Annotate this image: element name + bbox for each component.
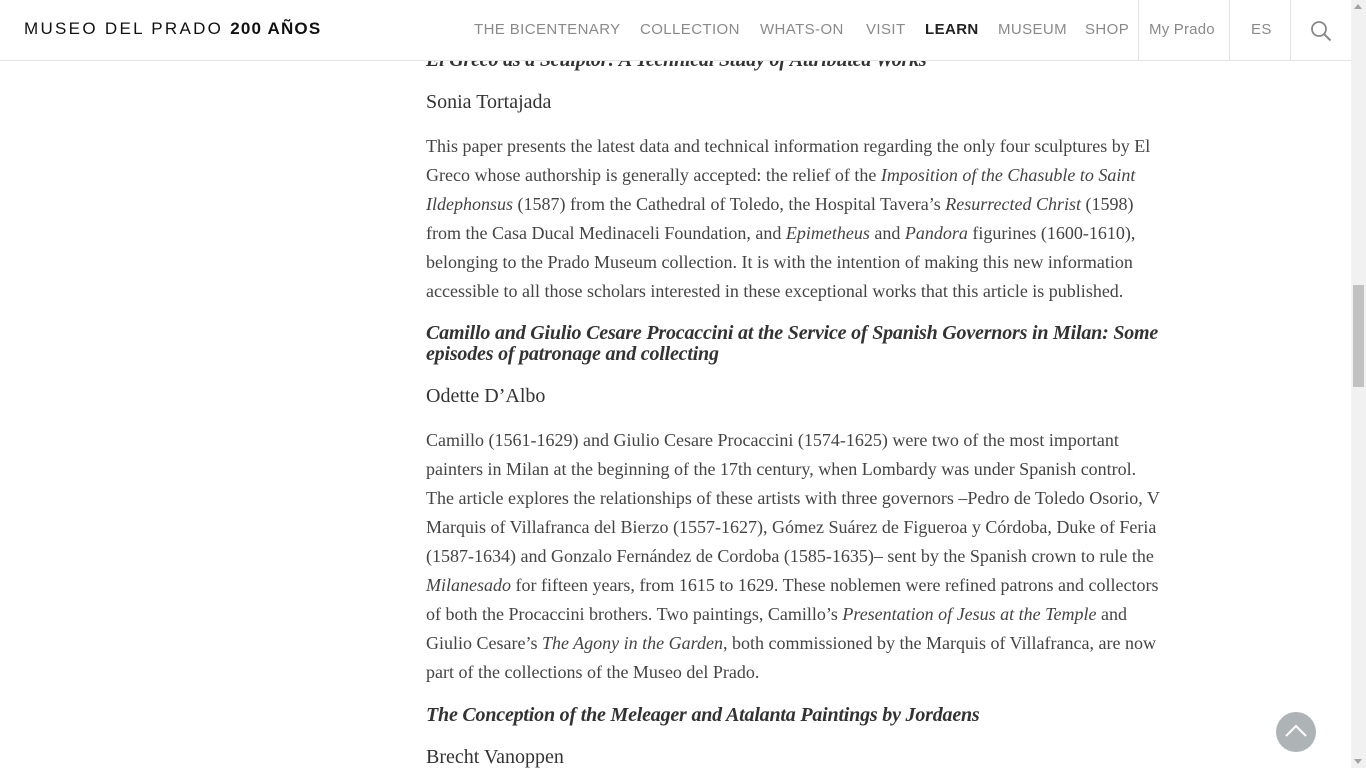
site-header: MUSEO DEL PRADO 200 AÑOS THE BICENTENARY… [0, 0, 1351, 61]
italic-work-title: Presentation of Jesus at the Temple [842, 604, 1097, 624]
language-switch[interactable]: ES [1251, 0, 1272, 60]
article-abstract: Camillo (1561-1629) and Giulio Cesare Pr… [426, 430, 1160, 682]
nav-divider [1138, 0, 1139, 60]
nav-divider [1290, 0, 1291, 60]
article-title[interactable]: The Conception of the Meleager and Atala… [426, 705, 980, 726]
nav-item-visit[interactable]: VISIT [866, 0, 906, 60]
italic-work-title: The Agony in the Garden [541, 633, 723, 653]
site-logo[interactable]: MUSEO DEL PRADO 200 AÑOS [24, 19, 321, 39]
italic-work-title: Resurrected Christ [945, 194, 1082, 214]
chevron-up-icon [1285, 724, 1307, 737]
back-to-top-button[interactable] [1276, 712, 1316, 752]
italic-work-title: Pandora [904, 223, 968, 243]
logo-text: MUSEO DEL PRADO [24, 19, 224, 38]
article-abstract: This paper presents the latest data and … [426, 136, 1151, 301]
nav-divider [1229, 0, 1230, 60]
nav-item-museum[interactable]: MUSEUM [998, 0, 1067, 60]
page-scrollbar[interactable] [1351, 0, 1366, 768]
nav-item-collection[interactable]: COLLECTION [640, 0, 740, 60]
article-author: Sonia Tortajada [426, 91, 552, 113]
article-author: Brecht Vanoppen [426, 746, 564, 768]
scrollbar-thumb[interactable] [1353, 285, 1364, 387]
nav-item-the-bicentenary[interactable]: THE BICENTENARY [474, 0, 621, 60]
nav-item-shop[interactable]: SHOP [1085, 0, 1129, 60]
article-title[interactable]: Camillo and Giulio Cesare Procaccini at … [426, 323, 1161, 365]
logo-bicentenary: 200 AÑOS [230, 19, 322, 38]
article-author: Odette D’Albo [426, 385, 546, 407]
scroll-down-arrow-icon[interactable] [1354, 759, 1362, 764]
my-prado-link[interactable]: My Prado [1149, 0, 1215, 60]
search-icon[interactable] [1310, 20, 1332, 42]
scroll-up-arrow-icon[interactable] [1354, 4, 1362, 9]
italic-work-title: Epimetheus [785, 223, 870, 243]
italic-work-title: Milanesado [426, 575, 511, 595]
nav-item-learn[interactable]: LEARN [925, 0, 979, 60]
nav-item-whats-on[interactable]: WHATS-ON [760, 0, 844, 60]
